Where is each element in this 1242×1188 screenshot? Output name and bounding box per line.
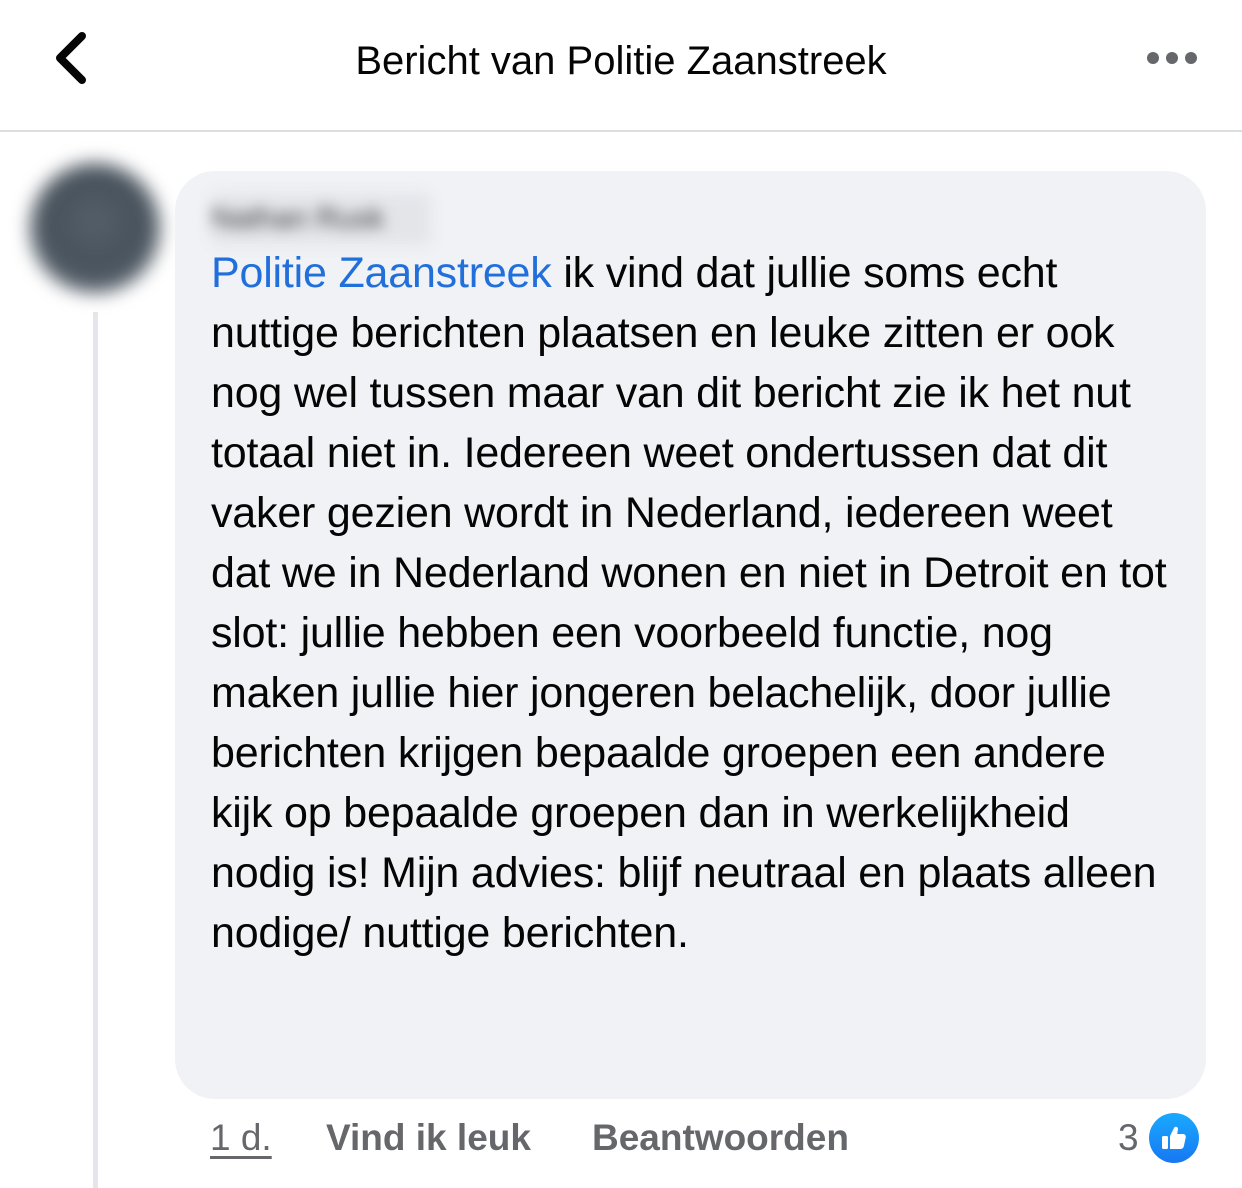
top-bar: Bericht van Politie Zaanstreek [0, 0, 1242, 132]
comment-timestamp[interactable]: 1 d. [210, 1110, 272, 1166]
comment-author-name[interactable]: Nathan Rusk [211, 193, 431, 245]
page-title: Bericht van Politie Zaanstreek [355, 39, 887, 83]
back-button[interactable] [40, 28, 104, 92]
more-options-button[interactable] [1140, 40, 1204, 80]
more-horizontal-icon [1146, 51, 1198, 70]
comment-page: Bericht van Politie Zaanstreek Nathan Ru… [0, 0, 1242, 1188]
thumbs-up-icon [1148, 1113, 1199, 1163]
thread-line [93, 312, 98, 1188]
reply-button[interactable]: Beantwoorden [592, 1110, 849, 1166]
reaction-count: 3 [1118, 1117, 1139, 1158]
like-button[interactable]: Vind ik leuk [326, 1110, 531, 1166]
chevron-left-icon [52, 30, 92, 91]
mention-link[interactable]: Politie Zaanstreek [211, 249, 552, 297]
comment-bubble: Nathan Rusk Politie Zaanstreek ik vind d… [175, 171, 1206, 1099]
avatar[interactable] [30, 163, 160, 293]
reaction-summary[interactable]: 3 [1118, 1110, 1199, 1166]
comment-body: ik vind dat jullie soms echt nuttige ber… [211, 249, 1167, 957]
comment-text: Politie Zaanstreek ik vind dat jullie so… [211, 243, 1176, 963]
